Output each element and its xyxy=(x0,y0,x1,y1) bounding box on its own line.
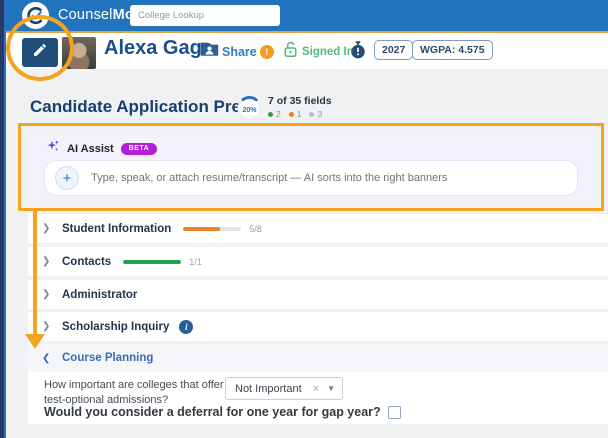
clear-icon[interactable]: × xyxy=(313,383,319,395)
class-year-chip[interactable]: 2027 xyxy=(374,40,414,60)
progress-ring: 20% xyxy=(236,95,263,127)
progress-percent-text: 20% xyxy=(242,107,257,114)
edit-student-button[interactable] xyxy=(22,38,58,67)
sparkles-icon xyxy=(46,139,60,158)
contacts-count: 1/1 xyxy=(189,256,202,267)
section-administrator[interactable]: ❯ Administrator xyxy=(28,280,608,309)
student-info-progress-bar xyxy=(183,226,242,231)
green-dot-icon xyxy=(268,111,273,117)
course-planning-panel: How important are colleges that offer te… xyxy=(28,372,608,424)
timer-icon[interactable] xyxy=(350,41,366,64)
ai-assist-input[interactable]: + Type, speak, or attach resume/transcri… xyxy=(44,160,578,196)
legend-complete: 2 xyxy=(268,109,281,119)
ai-assist-title: AI Assist xyxy=(67,142,114,155)
student-name: Alexa Gage xyxy=(104,37,213,59)
chevron-right-icon: ❯ xyxy=(42,289,51,300)
ai-assist-header: AI Assist BETA xyxy=(46,139,158,158)
contacts-progress-bar xyxy=(123,259,182,264)
share-label: Share xyxy=(222,44,257,59)
gap-year-checkbox[interactable] xyxy=(387,405,401,419)
section-scholarship-inquiry[interactable]: ❯ Scholarship Inquiry i xyxy=(28,312,608,341)
gap-year-question: Would you consider a deferral for one ye… xyxy=(44,405,381,419)
gap-year-row: Would you consider a deferral for one ye… xyxy=(44,405,401,419)
test-optional-select-value: Not Important xyxy=(235,382,302,395)
legend-empty: 3 xyxy=(309,109,322,119)
open-lock-icon xyxy=(283,41,298,63)
beta-badge: BETA xyxy=(120,142,158,155)
orange-dot-icon xyxy=(288,111,294,117)
chevron-right-icon: ❯ xyxy=(42,321,51,332)
test-optional-select[interactable]: Not Important × ▼ xyxy=(225,377,343,400)
student-avatar[interactable] xyxy=(62,37,96,69)
info-icon[interactable]: i xyxy=(179,319,194,334)
pencil-icon xyxy=(32,42,48,63)
top-nav-bar: CounselMore xyxy=(6,0,608,31)
test-optional-question: How important are colleges that offer te… xyxy=(44,379,224,406)
chevron-right-icon: ❯ xyxy=(42,223,51,234)
signed-in-label: Signed In xyxy=(302,46,354,58)
share-button[interactable]: Share ! xyxy=(200,41,274,62)
section-contacts[interactable]: ❯ Contacts 1/1 xyxy=(28,247,608,276)
section-student-information[interactable]: ❯ Student Information 5/8 xyxy=(28,214,608,243)
share-alert-badge: ! xyxy=(259,44,274,59)
chevron-right-icon: ❯ xyxy=(42,256,51,267)
legend-partial: 1 xyxy=(288,109,301,119)
ai-assist-placeholder: Type, speak, or attach resume/transcript… xyxy=(91,172,448,184)
counselmore-logo-icon[interactable] xyxy=(22,2,49,29)
college-lookup-input[interactable] xyxy=(130,5,280,26)
page-title: Candidate Application Prep xyxy=(30,97,252,116)
chevron-expanded-icon: ❮ xyxy=(42,352,51,364)
section-course-planning[interactable]: ❮ Course Planning xyxy=(28,344,608,372)
chevron-down-icon[interactable]: ▼ xyxy=(327,384,335,393)
signed-in-status: Signed In xyxy=(283,41,354,63)
attach-plus-icon[interactable]: + xyxy=(55,166,79,190)
fields-progress: 7 of 35 fields 2 1 3 xyxy=(268,95,332,119)
counselmore-app-window: CounselMore Alexa Gage Share ! xyxy=(0,0,608,438)
ai-assist-card: AI Assist BETA + Type, speak, or attach … xyxy=(28,131,594,205)
share-folder-icon xyxy=(200,41,219,62)
student-header-row: Alexa Gage Share ! Signed In 2027 WGPA: … xyxy=(6,31,608,69)
wgpa-chip[interactable]: WGPA: 4.575 xyxy=(412,40,493,60)
student-info-count: 5/8 xyxy=(249,223,262,234)
fields-legend: 2 1 3 xyxy=(268,109,332,119)
gray-dot-icon xyxy=(309,111,315,117)
fields-summary: 7 of 35 fields xyxy=(268,95,332,107)
